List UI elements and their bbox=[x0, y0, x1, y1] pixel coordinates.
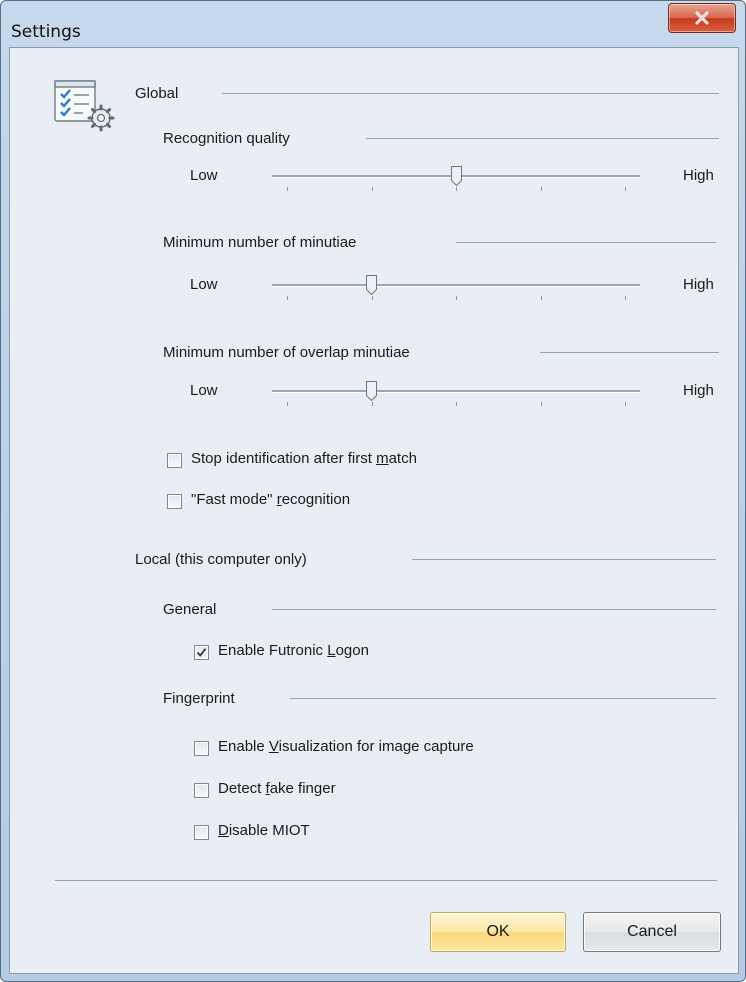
slider-thumb[interactable] bbox=[366, 275, 377, 295]
min-overlap-minutiae-slider[interactable] bbox=[272, 381, 640, 409]
min-overlap-minutiae-high-label: High bbox=[683, 382, 714, 399]
settings-dialog: Settings Global Recognition quality Low … bbox=[0, 0, 746, 982]
enable-futronic-logon-checkbox[interactable] bbox=[194, 645, 209, 660]
slider-tick bbox=[456, 402, 457, 406]
slider-tick bbox=[625, 296, 626, 300]
group-separator bbox=[540, 352, 719, 353]
slider-tick bbox=[541, 296, 542, 300]
enable-visualization-checkbox[interactable] bbox=[194, 741, 209, 756]
enable-visualization-label: Enable Visualization for image capture bbox=[218, 738, 474, 755]
detect-fake-finger-checkbox[interactable] bbox=[194, 783, 209, 798]
settings-checklist-gear-icon bbox=[54, 80, 115, 132]
section-heading-global: Global bbox=[135, 85, 179, 102]
group-separator bbox=[222, 93, 719, 94]
slider-tick bbox=[541, 402, 542, 406]
recognition-quality-label: Recognition quality bbox=[163, 130, 290, 147]
group-separator bbox=[366, 138, 719, 139]
stop-identification-checkbox[interactable] bbox=[167, 453, 182, 468]
slider-thumb[interactable] bbox=[366, 381, 377, 401]
recognition-quality-slider[interactable] bbox=[272, 166, 640, 194]
slider-tick bbox=[625, 402, 626, 406]
footer-separator bbox=[55, 880, 717, 881]
close-icon bbox=[695, 11, 709, 25]
fast-mode-label: "Fast mode" recognition bbox=[191, 491, 351, 508]
enable-futronic-logon-label: Enable Futronic Logon bbox=[218, 642, 369, 659]
group-separator bbox=[290, 698, 716, 699]
min-minutiae-label: Minimum number of minutiae bbox=[163, 234, 357, 251]
window-title: Settings bbox=[11, 22, 81, 42]
disable-miot-label: Disable MIOT bbox=[218, 822, 310, 839]
slider-tick bbox=[287, 187, 288, 191]
slider-tick bbox=[287, 402, 288, 406]
min-minutiae-low-label: Low bbox=[190, 276, 218, 293]
checkmark-icon bbox=[196, 648, 207, 657]
fast-mode-checkbox[interactable] bbox=[167, 494, 182, 509]
min-minutiae-high-label: High bbox=[683, 276, 714, 293]
cancel-button[interactable]: Cancel bbox=[583, 912, 721, 952]
slider-tick bbox=[456, 187, 457, 191]
disable-miot-checkbox[interactable] bbox=[194, 825, 209, 840]
group-separator bbox=[456, 242, 716, 243]
min-overlap-minutiae-low-label: Low bbox=[190, 382, 218, 399]
dialog-client-area: Global Recognition quality Low High Mini… bbox=[9, 47, 739, 974]
slider-tick bbox=[625, 187, 626, 191]
slider-thumb[interactable] bbox=[451, 166, 462, 186]
group-separator bbox=[412, 559, 716, 560]
stop-identification-label: Stop identification after first match bbox=[191, 450, 417, 467]
recognition-quality-low-label: Low bbox=[190, 167, 218, 184]
detect-fake-finger-label: Detect fake finger bbox=[218, 780, 336, 797]
title-bar[interactable]: Settings bbox=[1, 1, 745, 47]
slider-tick bbox=[456, 296, 457, 300]
section-heading-general: General bbox=[163, 601, 217, 618]
min-minutiae-slider[interactable] bbox=[272, 275, 640, 303]
slider-track[interactable] bbox=[272, 390, 640, 393]
group-separator bbox=[272, 609, 716, 610]
recognition-quality-high-label: High bbox=[683, 167, 714, 184]
min-overlap-minutiae-label: Minimum number of overlap minutiae bbox=[163, 344, 410, 361]
ok-button[interactable]: OK bbox=[430, 912, 566, 952]
slider-tick bbox=[372, 187, 373, 191]
slider-track[interactable] bbox=[272, 284, 640, 287]
section-heading-local: Local (this computer only) bbox=[135, 551, 307, 568]
section-heading-fingerprint: Fingerprint bbox=[163, 690, 235, 707]
slider-tick bbox=[541, 187, 542, 191]
slider-tick bbox=[287, 296, 288, 300]
slider-tick bbox=[372, 296, 373, 300]
slider-tick bbox=[372, 402, 373, 406]
close-button[interactable] bbox=[668, 3, 736, 33]
